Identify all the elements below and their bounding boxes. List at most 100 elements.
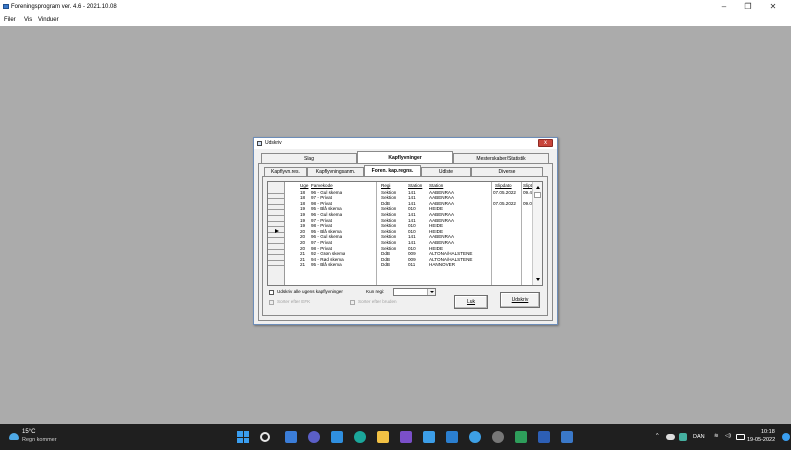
- cloud-icon[interactable]: [666, 434, 675, 440]
- chrome-icon[interactable]: [469, 431, 481, 443]
- tab-diverse[interactable]: Diverse: [471, 167, 543, 176]
- tab-kapflyvningsanm[interactable]: Kapflyvningsanm.: [307, 167, 364, 176]
- row-indicator[interactable]: [268, 265, 285, 267]
- row-indicator[interactable]: [268, 203, 285, 205]
- close-button-label: Luk: [466, 299, 476, 305]
- only-regi-select[interactable]: [393, 288, 436, 296]
- printer-icon: [257, 141, 262, 146]
- grid-divider: [521, 182, 522, 285]
- mail-icon[interactable]: [446, 431, 458, 443]
- dialog-close-button[interactable]: x: [538, 139, 553, 147]
- row-indicator[interactable]: [268, 242, 285, 244]
- menu-vinduer[interactable]: Vinduer: [38, 14, 59, 26]
- search-icon[interactable]: [260, 432, 270, 442]
- settings-icon[interactable]: [492, 431, 504, 443]
- edge-icon[interactable]: [331, 431, 343, 443]
- cell-uge: 21: [300, 262, 306, 268]
- tab-kapflyvn-res[interactable]: Kapflyvn.res.: [264, 167, 307, 176]
- print-button-label: Udskriv: [511, 297, 529, 303]
- windows-start-icon[interactable]: [237, 431, 249, 443]
- dialog-titlebar: Udskriv: [254, 138, 557, 149]
- network-app-icon[interactable]: [538, 431, 550, 443]
- row-indicator[interactable]: [268, 209, 285, 211]
- weather-rain-icon[interactable]: [9, 433, 19, 440]
- app-title: Foreningsprogram ver. 4.6 - 2021.10.08: [11, 4, 117, 10]
- dialog-title: Udskriv: [265, 140, 282, 146]
- scroll-thumb[interactable]: [534, 192, 541, 198]
- cell-station: HANNOVER: [429, 262, 456, 268]
- col-header-station-nr[interactable]: Station: [408, 183, 422, 189]
- row-indicator[interactable]: [268, 214, 285, 216]
- col-header-regi[interactable]: Regi: [381, 183, 390, 189]
- cell-regi: DdB: [381, 262, 390, 268]
- cell-station-nr: 011: [408, 262, 416, 268]
- taskbar: 15°C Regn kommer ^ DAN ≋ ◁) 10:18 19-05-…: [0, 424, 791, 450]
- restore-button[interactable]: ❐: [738, 0, 758, 14]
- menubar: Filer Vis Vinduer: [0, 14, 791, 26]
- sort-efk-label: Sorter efter EFK: [277, 299, 311, 304]
- current-row-arrow-icon: [275, 229, 279, 234]
- cell-slipdato: 07.05.2022: [493, 189, 516, 195]
- tray-app-icon[interactable]: [679, 433, 687, 441]
- chat-icon[interactable]: [308, 431, 320, 443]
- sort-station-checkbox[interactable]: [350, 300, 355, 305]
- grid-scrollbar[interactable]: [532, 182, 542, 285]
- row-indicator[interactable]: [268, 220, 285, 222]
- sort-efk-checkbox[interactable]: [269, 300, 274, 305]
- row-indicator[interactable]: [268, 254, 285, 256]
- cell-farvekode: 95 - Blå skema: [311, 262, 342, 268]
- print-all-checkbox[interactable]: [269, 290, 274, 295]
- menu-filer[interactable]: Filer: [4, 14, 16, 26]
- close-button[interactable]: Luk: [454, 295, 488, 309]
- row-indicator[interactable]: [268, 226, 285, 228]
- menu-vis[interactable]: Vis: [24, 14, 32, 26]
- clock-time[interactable]: 10:18: [761, 429, 775, 435]
- language-indicator[interactable]: DAN: [693, 434, 705, 440]
- app-titlebar: Foreningsprogram ver. 4.6 - 2021.10.08 –…: [0, 0, 791, 14]
- col-header-station[interactable]: Station: [429, 183, 443, 189]
- forening-app-icon[interactable]: [561, 431, 573, 443]
- only-regi-label: Kun regi:: [366, 289, 385, 294]
- row-indicator[interactable]: [268, 248, 285, 250]
- cell-slipdato: 07.05.2022: [493, 200, 516, 206]
- print-all-label: Udskriv alle ugens kapflyvninger: [277, 289, 343, 294]
- task-view-icon[interactable]: [285, 431, 297, 443]
- app-icon: [3, 4, 9, 9]
- scroll-up-arrow-icon[interactable]: [536, 186, 540, 189]
- race-grid[interactable]: Uge Farvekode Regi Station Station Slipd…: [267, 181, 543, 286]
- scroll-down-arrow-icon[interactable]: [536, 278, 540, 281]
- clock-date[interactable]: 19-05-2022: [747, 437, 775, 443]
- app-icon-purple[interactable]: [400, 431, 412, 443]
- grid-divider: [376, 182, 377, 285]
- col-header-uge[interactable]: Uge: [300, 183, 308, 189]
- notification-icon[interactable]: [782, 433, 790, 441]
- col-header-farvekode[interactable]: Farvekode: [311, 183, 333, 189]
- weather-temperature[interactable]: 15°C: [22, 429, 35, 435]
- close-app-button[interactable]: ✕: [763, 0, 783, 14]
- row-indicator[interactable]: [268, 192, 285, 194]
- tab-kapflyvninger[interactable]: Kapflyvninger: [357, 151, 453, 163]
- tab-mesterskaber[interactable]: Mesterskaber/Statistik: [453, 153, 549, 163]
- chevron-down-icon[interactable]: [427, 289, 435, 295]
- tray-chevron-up-icon[interactable]: ^: [656, 433, 659, 439]
- battery-icon[interactable]: [736, 434, 745, 440]
- print-dialog: Udskriv x Slag Kapflyvninger Mesterskabe…: [253, 137, 558, 325]
- row-indicator[interactable]: [268, 198, 285, 200]
- tab-udlste[interactable]: Udlste: [421, 167, 471, 176]
- wifi-icon[interactable]: ≋: [714, 433, 719, 439]
- tab-foren-kap-regns[interactable]: Foren. kap.regns.: [364, 165, 421, 176]
- row-indicator[interactable]: [268, 259, 285, 261]
- col-header-slipdato[interactable]: Slipdato: [495, 183, 512, 189]
- spreadsheet-icon[interactable]: [515, 431, 527, 443]
- row-indicator[interactable]: [268, 237, 285, 239]
- row-indicator-column: [268, 182, 285, 285]
- browser-icon[interactable]: [354, 431, 366, 443]
- minimize-button[interactable]: –: [714, 0, 734, 14]
- grid-divider: [491, 182, 492, 285]
- weather-description[interactable]: Regn kommer: [22, 437, 57, 443]
- print-button[interactable]: Udskriv: [500, 292, 540, 308]
- store-icon[interactable]: [423, 431, 435, 443]
- volume-icon[interactable]: ◁): [725, 433, 731, 439]
- tab-slag[interactable]: Slag: [261, 153, 357, 163]
- file-explorer-icon[interactable]: [377, 431, 389, 443]
